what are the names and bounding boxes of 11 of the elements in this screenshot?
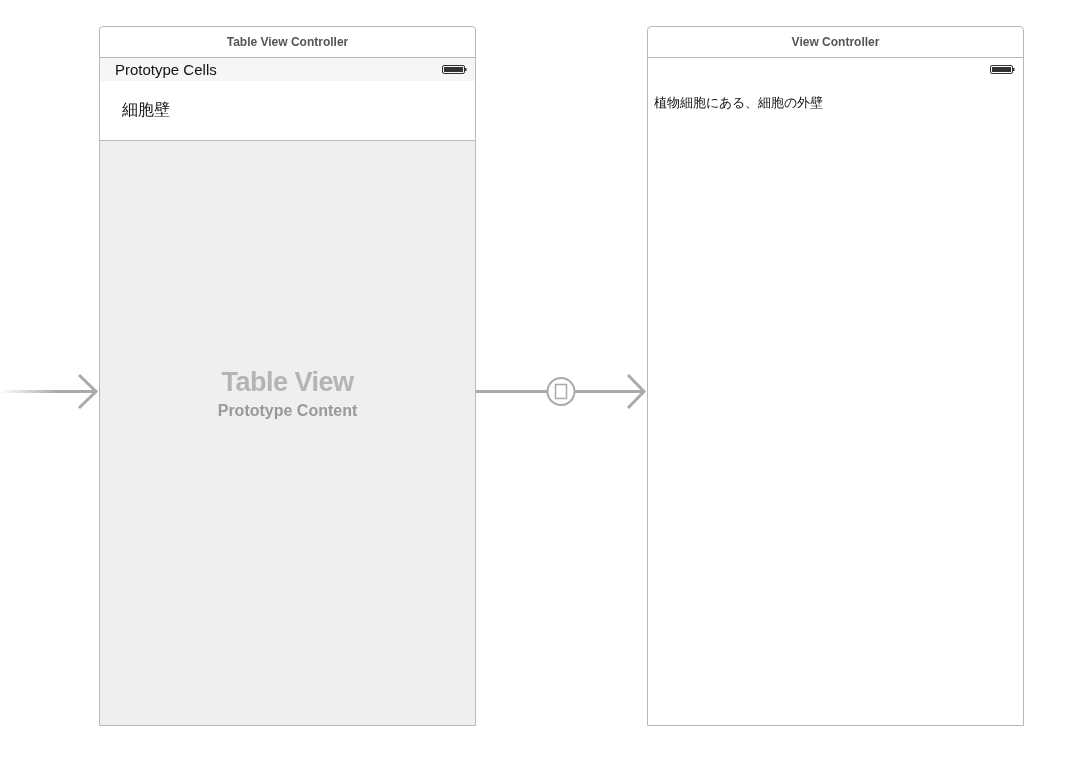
segue-arrow[interactable]: [476, 373, 647, 410]
table-view-title: Table View: [221, 366, 354, 398]
scene-title: View Controller: [648, 27, 1023, 58]
view-controller-scene[interactable]: View Controller 植物細胞にある、細胞の外壁: [647, 26, 1024, 726]
section-header: Prototype Cells: [115, 61, 217, 78]
table-cell[interactable]: 細胞壁: [100, 81, 475, 141]
battery-icon: [990, 64, 1015, 74]
battery-icon: [442, 65, 467, 74]
prototype-content-subtitle: Prototype Content: [217, 401, 358, 420]
text-label[interactable]: 植物細胞にある、細胞の外壁: [654, 94, 823, 112]
table-view-controller-scene[interactable]: Table View Controller Prototype Cells 細胞壁 Table View Prototype Content: [99, 26, 476, 726]
